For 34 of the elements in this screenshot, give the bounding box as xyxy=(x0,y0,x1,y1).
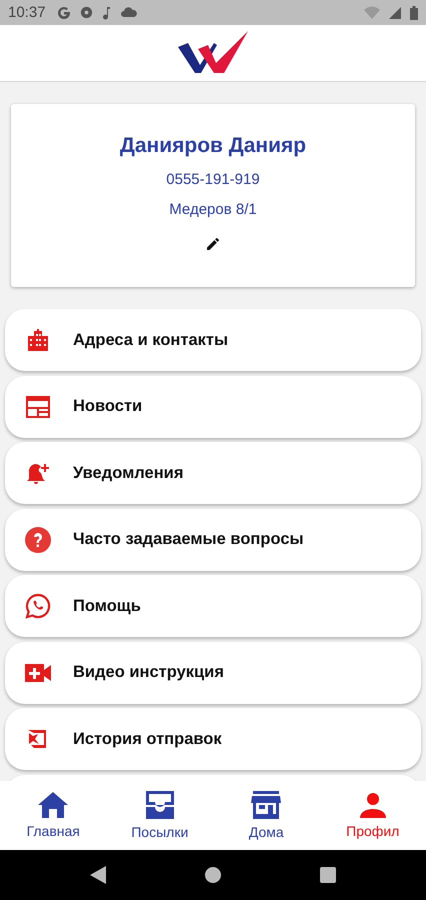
nav-tab[interactable]: Главная xyxy=(0,781,106,850)
inbox-icon xyxy=(146,791,174,819)
menu-item[interactable]: Помощь xyxy=(5,575,421,637)
profile-address: Медеров 8/1 xyxy=(169,201,257,218)
nav-tab[interactable]: Дома xyxy=(213,781,320,850)
logo-icon xyxy=(178,31,248,75)
menu-item[interactable]: Адреса и контакты xyxy=(5,309,421,371)
store-icon xyxy=(251,791,282,819)
edit-icon[interactable] xyxy=(205,236,221,252)
profile-name: Данияров Данияр xyxy=(120,134,306,158)
signal-icon xyxy=(389,6,401,18)
menu-item[interactable]: Видео инструкция xyxy=(5,642,421,704)
menu-item[interactable]: Часто задаваемые вопросы xyxy=(5,508,421,570)
home-button-icon[interactable] xyxy=(204,867,221,883)
nav-tab[interactable]: Посылки xyxy=(106,781,213,850)
menu-item[interactable]: Новости xyxy=(5,376,421,438)
battery-icon xyxy=(410,6,418,20)
menu-item[interactable]: Уведомления xyxy=(5,442,421,504)
google-icon xyxy=(56,6,71,20)
help-icon xyxy=(23,526,53,552)
person-icon xyxy=(360,792,386,818)
cloud-icon xyxy=(120,6,137,18)
video-plus-icon xyxy=(23,664,53,682)
menu-item[interactable]: История отправок xyxy=(5,708,421,770)
status-time: 10:37 xyxy=(8,4,46,21)
newspaper-icon xyxy=(23,396,53,418)
nav-tab[interactable]: Профил xyxy=(320,781,426,850)
home-icon xyxy=(38,792,68,818)
profile-phone: 0555-191-919 xyxy=(166,171,260,188)
music-icon xyxy=(102,6,112,20)
whatsapp-icon xyxy=(23,593,53,619)
back-icon[interactable] xyxy=(90,866,106,884)
wifi-off-icon xyxy=(364,6,380,19)
recents-icon[interactable] xyxy=(320,867,336,883)
